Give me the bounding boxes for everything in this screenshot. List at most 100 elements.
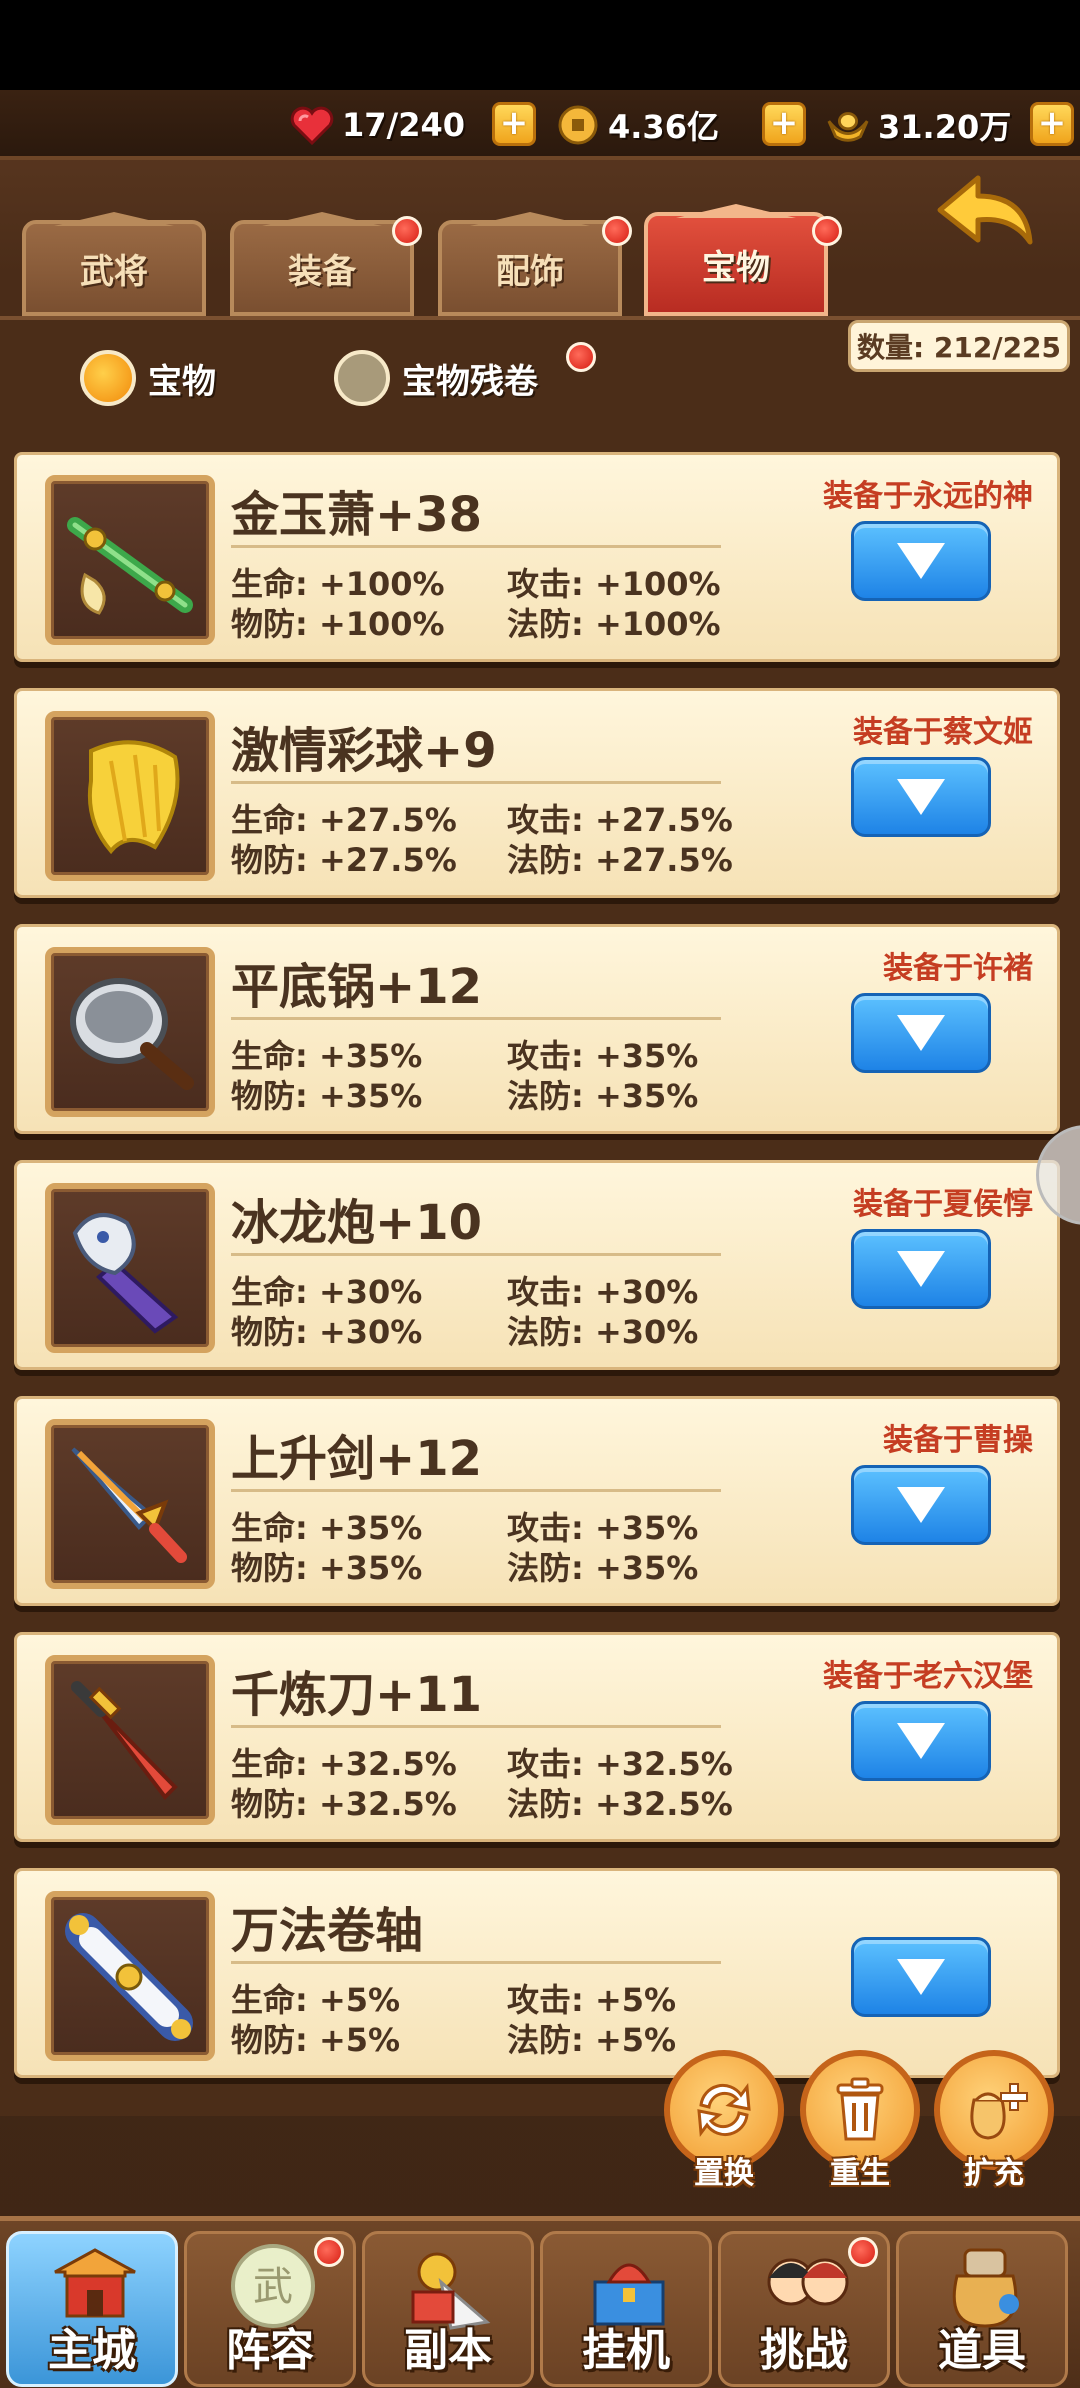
treasure-thumbnail[interactable] <box>45 1419 215 1589</box>
treasure-name: 金玉萧+38 <box>231 487 483 543</box>
stat-magic-defense: 法防: +27.5% <box>507 841 733 879</box>
filter-fragments-label: 宝物残卷 <box>402 361 538 402</box>
expand-label: 扩充 <box>964 2156 1024 2191</box>
chevron-down-icon <box>897 543 945 579</box>
stamina-value: 17/240 <box>342 106 466 144</box>
stamina-display: 17/240 <box>290 100 465 150</box>
treasure-name: 平底锅+12 <box>231 959 483 1015</box>
treasure-card[interactable]: 上升剑+12 生命: +35% 攻击: +35% 物防: +35% 法防: +3… <box>14 1396 1060 1606</box>
treasure-card[interactable]: 万法卷轴 生命: +5% 攻击: +5% 物防: +5% 法防: +5% <box>14 1868 1060 2078</box>
coins-value: 4.36亿 <box>608 108 719 146</box>
divider <box>231 1961 721 1964</box>
coins-display: 4.36亿 <box>556 100 719 150</box>
nav-main-city[interactable]: 主城 <box>6 2231 178 2387</box>
tab-generals[interactable]: 武将 <box>22 220 206 316</box>
add-coins-button[interactable]: + <box>762 102 806 146</box>
tab-label: 武将 <box>80 251 148 292</box>
notification-dot <box>566 342 596 372</box>
status-bar <box>0 0 1080 90</box>
treasure-thumbnail[interactable] <box>45 475 215 645</box>
tab-label: 配饰 <box>496 251 564 292</box>
treasure-card[interactable]: 平底锅+12 生命: +35% 攻击: +35% 物防: +35% 法防: +3… <box>14 924 1060 1134</box>
chevron-down-icon <box>897 1723 945 1759</box>
expand-details-button[interactable] <box>851 993 991 1073</box>
tab-treasures[interactable]: 宝物 <box>644 212 828 316</box>
notification-dot <box>392 216 422 246</box>
divider <box>231 1725 721 1728</box>
chevron-down-icon <box>897 779 945 815</box>
treasure-thumbnail[interactable] <box>45 1891 215 2061</box>
expand-button[interactable]: 扩充 <box>934 2050 1054 2200</box>
treasure-name: 万法卷轴 <box>231 1903 424 1959</box>
stat-magic-defense: 法防: +35% <box>507 1077 699 1115</box>
notification-dot <box>314 2237 344 2267</box>
heart-icon <box>290 103 334 147</box>
treasure-thumbnail[interactable] <box>45 947 215 1117</box>
rebirth-button[interactable]: 重生 <box>800 2050 920 2200</box>
equipped-by: 装备于永远的神 <box>823 479 1033 514</box>
add-ingots-button[interactable]: + <box>1030 102 1074 146</box>
nav-idle[interactable]: 挂机 <box>540 2231 712 2387</box>
divider <box>231 1253 721 1256</box>
tab-equipment[interactable]: 装备 <box>230 220 414 316</box>
treasure-thumbnail[interactable] <box>45 711 215 881</box>
chevron-down-icon <box>897 1015 945 1051</box>
item-count: 数量: 212/225 <box>848 320 1070 372</box>
equipped-by: 装备于许褚 <box>883 951 1033 986</box>
expand-details-button[interactable] <box>851 1701 991 1781</box>
nav-label: 挑战 <box>760 2325 848 2376</box>
notification-dot <box>848 2237 878 2267</box>
nav-label: 阵容 <box>226 2325 314 2376</box>
filter-treasure[interactable]: 宝物 <box>80 350 216 406</box>
resource-bar: 17/240 + 4.36亿 + 31.20万 + <box>0 90 1080 160</box>
notification-dot <box>812 216 842 246</box>
expand-details-button[interactable] <box>851 757 991 837</box>
bottom-navigation: 主城 武 阵容 副本 挂机 挑战 道具 <box>0 2216 1080 2388</box>
divider <box>231 781 721 784</box>
stat-physical-defense: 物防: +35% <box>231 1077 423 1115</box>
equipped-by: 装备于夏侯惇 <box>853 1187 1033 1222</box>
stat-physical-defense: 物防: +30% <box>231 1313 423 1351</box>
nav-dungeon[interactable]: 副本 <box>362 2231 534 2387</box>
expand-details-button[interactable] <box>851 1229 991 1309</box>
filter-fragments[interactable]: 宝物残卷 <box>334 350 538 406</box>
treasure-card[interactable]: 金玉萧+38 生命: +100% 攻击: +100% 物防: +100% 法防:… <box>14 452 1060 662</box>
nav-label: 道具 <box>938 2325 1026 2376</box>
nav-items[interactable]: 道具 <box>896 2231 1068 2387</box>
treasure-name: 激情彩球+9 <box>231 723 497 779</box>
equipped-by: 装备于老六汉堡 <box>823 1659 1033 1694</box>
stat-physical-defense: 物防: +100% <box>231 605 445 643</box>
chevron-down-icon <box>897 1251 945 1287</box>
tab-label: 宝物 <box>702 247 770 288</box>
back-button[interactable] <box>930 170 1040 260</box>
coin-icon <box>556 103 600 147</box>
expand-details-button[interactable] <box>851 1937 991 2017</box>
treasure-thumbnail[interactable] <box>45 1655 215 1825</box>
equipped-by: 装备于蔡文姬 <box>853 715 1033 750</box>
treasure-card[interactable]: 千炼刀+11 生命: +32.5% 攻击: +32.5% 物防: +32.5% … <box>14 1632 1060 1842</box>
equipped-by: 装备于曹操 <box>883 1423 1033 1458</box>
stat-physical-defense: 物防: +27.5% <box>231 841 457 879</box>
nav-label: 副本 <box>404 2325 492 2376</box>
radio-unselected-icon <box>334 350 390 406</box>
game-screen: 17/240 + 4.36亿 + 31.20万 + 武将 装备 配饰 宝物 数量… <box>0 90 1080 2388</box>
divider <box>231 545 721 548</box>
stat-magic-defense: 法防: +100% <box>507 605 721 643</box>
tab-accessories[interactable]: 配饰 <box>438 220 622 316</box>
treasure-thumbnail[interactable] <box>45 1183 215 1353</box>
treasure-name: 千炼刀+11 <box>231 1667 483 1723</box>
gold-ingot-icon <box>826 103 870 147</box>
divider <box>231 1017 721 1020</box>
expand-details-button[interactable] <box>851 521 991 601</box>
add-stamina-button[interactable]: + <box>492 102 536 146</box>
stat-magic-defense: 法防: +35% <box>507 1549 699 1587</box>
expand-details-button[interactable] <box>851 1465 991 1545</box>
treasure-card[interactable]: 冰龙炮+10 生命: +30% 攻击: +30% 物防: +30% 法防: +3… <box>14 1160 1060 1370</box>
tab-label: 装备 <box>288 251 356 292</box>
swap-button[interactable]: 置换 <box>664 2050 784 2200</box>
radio-selected-icon <box>80 350 136 406</box>
swap-label: 置换 <box>694 2156 754 2191</box>
treasure-card[interactable]: 激情彩球+9 生命: +27.5% 攻击: +27.5% 物防: +27.5% … <box>14 688 1060 898</box>
notification-dot <box>602 216 632 246</box>
stat-physical-defense: 物防: +5% <box>231 2021 401 2059</box>
